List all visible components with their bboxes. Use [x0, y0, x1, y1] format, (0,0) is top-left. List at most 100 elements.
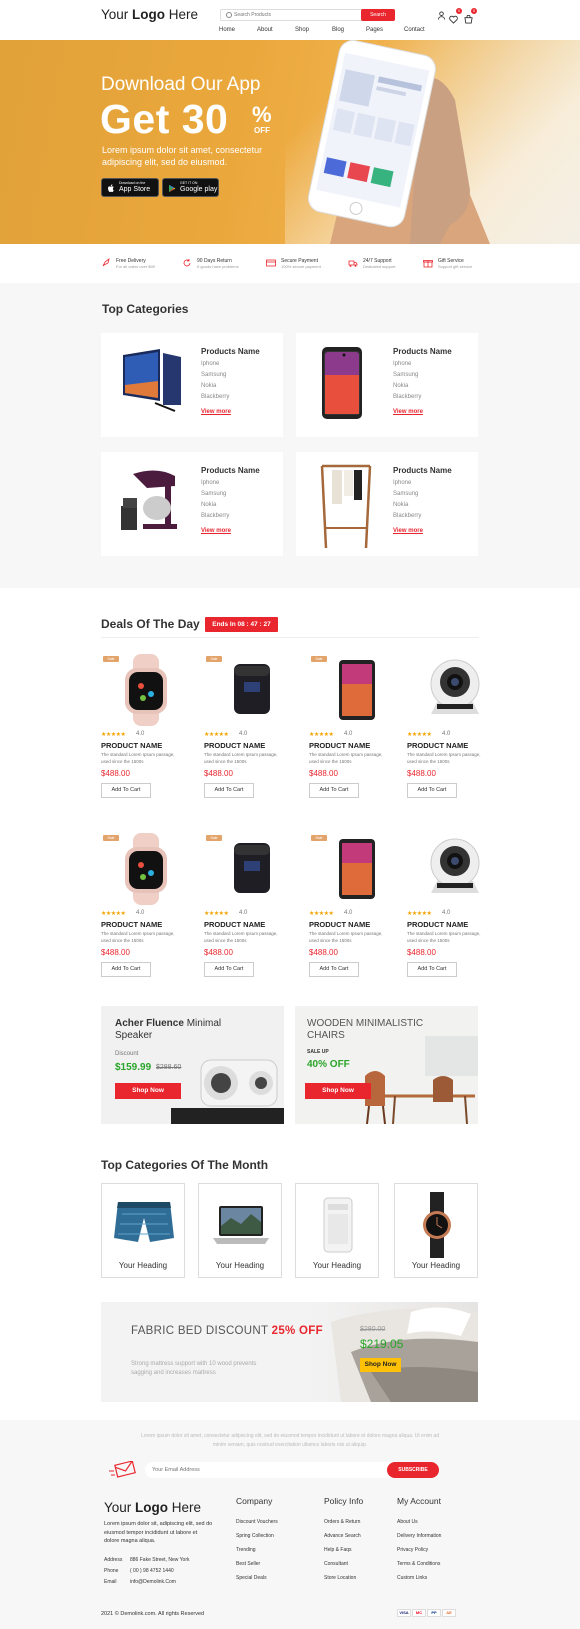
nav-contact[interactable]: Contact [404, 27, 425, 33]
product-name[interactable]: PRODUCT NAME [101, 920, 162, 929]
month-category-card[interactable]: Your Heading [198, 1183, 282, 1278]
footer-about: Lorem ipsum dolor sit, adipiscing elit, … [104, 1521, 213, 1544]
footer-link[interactable]: Spring Collection [236, 1533, 274, 1539]
add-to-cart-button[interactable]: Add To Cart [309, 962, 359, 977]
nav-blog[interactable]: Blog [332, 27, 344, 33]
footer-link[interactable]: Privacy Policy [397, 1547, 428, 1553]
clothes-rack-image [320, 464, 372, 549]
month-category-card[interactable]: Your Heading [295, 1183, 379, 1278]
footer-email[interactable]: info@Demolink.Com [130, 1579, 176, 1585]
add-to-cart-button[interactable]: Add To Cart [204, 962, 254, 977]
view-more-link[interactable]: View more [201, 409, 231, 415]
product-name[interactable]: PRODUCT NAME [204, 920, 265, 929]
add-to-cart-button[interactable]: Add To Cart [204, 783, 254, 798]
rocket-icon [102, 258, 110, 267]
search-button[interactable]: Search [361, 9, 395, 21]
product-name[interactable]: PRODUCT NAME [101, 741, 162, 750]
hero-off: OFF [254, 126, 270, 135]
month-category-card[interactable]: Your Heading [394, 1183, 478, 1278]
cart-button[interactable]: 0 [464, 8, 477, 24]
view-more-link[interactable]: View more [393, 409, 423, 415]
footer [0, 1420, 580, 1629]
add-to-cart-button[interactable]: Add To Cart [407, 962, 457, 977]
footer-link[interactable]: Orders & Return [324, 1519, 360, 1525]
footer-link[interactable]: Advance Search [324, 1533, 361, 1539]
product-name[interactable]: PRODUCT NAME [407, 920, 468, 929]
nav-shop[interactable]: Shop [295, 27, 309, 33]
rating-value: 4.0 [344, 731, 353, 737]
rating-stars: ★★★★★ [407, 911, 432, 917]
subscribe-button[interactable]: SUBSCRIBE [387, 1462, 439, 1478]
google-play-button[interactable]: GET IT ON Google play [162, 178, 219, 197]
mastercard-icon: MC [412, 1609, 426, 1617]
product-price: $488.00 [204, 948, 233, 957]
site-logo[interactable]: Your Logo Here [101, 7, 198, 22]
product-name[interactable]: PRODUCT NAME [407, 741, 468, 750]
view-more-link[interactable]: View more [393, 528, 423, 534]
footer-phone: ( 00 ) 98 4752 1440 [130, 1568, 174, 1574]
footer-col-title: Company [236, 1496, 273, 1506]
footer-link[interactable]: Terms & Conditions [397, 1561, 440, 1567]
gift-icon [423, 260, 433, 268]
product-description: The standard Lorem Ipsum passage, used s… [204, 752, 278, 764]
sale-badge: Sale [311, 835, 327, 841]
newsletter-form: SUBSCRIBE [145, 1462, 439, 1478]
shop-now-button[interactable]: Shop Now [115, 1083, 181, 1099]
footer-link[interactable]: Discount Vouchers [236, 1519, 278, 1525]
user-icon[interactable] [437, 11, 446, 20]
deals-title: Deals Of The Day [101, 617, 200, 631]
add-to-cart-button[interactable]: Add To Cart [309, 783, 359, 798]
promo-speaker: Acher Fluence Minimal Speaker Discount $… [101, 1006, 284, 1124]
view-more-link[interactable]: View more [201, 528, 231, 534]
product-description: The standard Lorem Ipsum passage, used s… [101, 752, 175, 764]
product-card: ★★★★★ 4.0 PRODUCT NAME The standard Lorem I… [407, 654, 503, 804]
product-image[interactable] [309, 833, 405, 905]
product-description: The standard Lorem Ipsum passage, used s… [309, 752, 383, 764]
app-store-button[interactable]: Download on the App Store [101, 178, 159, 197]
product-name[interactable]: PRODUCT NAME [309, 920, 370, 929]
top-categories-section [0, 283, 580, 588]
footer-link[interactable]: Delivery Information [397, 1533, 441, 1539]
laptop-image [213, 1206, 269, 1244]
heart-icon [449, 15, 458, 24]
product-image[interactable] [407, 654, 503, 726]
shop-now-button[interactable]: Shop Now [360, 1358, 401, 1372]
footer-logo[interactable]: Your Logo Here [104, 1500, 201, 1515]
nav-about[interactable]: About [257, 27, 273, 33]
deals-countdown: Ends In 08 : 47 : 27 [205, 617, 278, 632]
rating-stars: ★★★★★ [309, 911, 334, 917]
top-categories-title: Top Categories [102, 302, 189, 316]
add-to-cart-button[interactable]: Add To Cart [407, 783, 457, 798]
shop-now-button[interactable]: Shop Now [305, 1083, 371, 1099]
nav-pages[interactable]: Pages [366, 27, 383, 33]
product-image[interactable] [204, 833, 300, 905]
nav-home[interactable]: Home [219, 27, 235, 33]
month-category-card[interactable]: Your Heading [101, 1183, 185, 1278]
product-image[interactable] [101, 833, 197, 905]
footer-link[interactable]: Trending [236, 1547, 256, 1553]
product-image[interactable] [407, 833, 503, 905]
truck-icon [348, 260, 358, 267]
wishlist-button[interactable]: 0 [449, 8, 462, 24]
add-to-cart-button[interactable]: Add To Cart [101, 783, 151, 798]
footer-link[interactable]: About Us [397, 1519, 418, 1525]
product-name[interactable]: PRODUCT NAME [204, 741, 265, 750]
footer-link[interactable]: Special Deals [236, 1575, 267, 1581]
footer-link[interactable]: Custom Links [397, 1575, 427, 1581]
product-image[interactable] [309, 654, 405, 726]
google-play-icon [169, 184, 176, 193]
product-image[interactable] [101, 654, 197, 726]
product-card: Sale ★★★★★ 4.0 PRODUCT NAME The standard Lor… [204, 654, 300, 804]
search-icon [226, 12, 232, 18]
add-to-cart-button[interactable]: Add To Cart [101, 962, 151, 977]
search-input[interactable] [234, 10, 354, 20]
footer-link[interactable]: Best Seller [236, 1561, 260, 1567]
product-name[interactable]: PRODUCT NAME [309, 741, 370, 750]
product-description: The standard Lorem Ipsum passage, used s… [407, 931, 481, 943]
footer-address: 886 Fake Street, New York [130, 1557, 190, 1563]
product-image[interactable] [204, 654, 300, 726]
footer-link[interactable]: Store Location [324, 1575, 356, 1581]
footer-link[interactable]: Help & Faqs [324, 1547, 352, 1553]
email-input[interactable] [152, 1465, 352, 1475]
footer-link[interactable]: Consultant [324, 1561, 348, 1567]
